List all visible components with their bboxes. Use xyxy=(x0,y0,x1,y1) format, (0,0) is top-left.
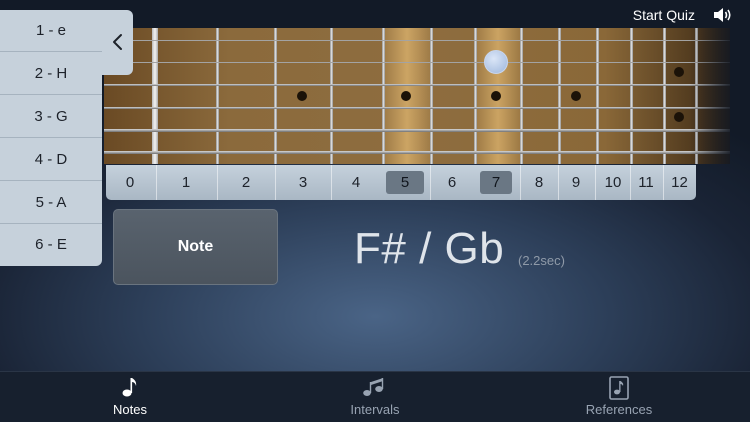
fret-separator xyxy=(430,165,431,200)
selected-note-marker[interactable] xyxy=(484,50,508,74)
string-option-4[interactable]: 4 - D xyxy=(0,139,102,181)
music-notes-icon xyxy=(363,378,384,396)
tab-label: References xyxy=(585,402,653,417)
string-4[interactable] xyxy=(104,107,730,109)
music-document-icon xyxy=(609,376,629,400)
fret-wire xyxy=(430,28,433,164)
fret-wire xyxy=(630,28,633,164)
chevron-left-icon xyxy=(113,34,122,50)
fret-wire xyxy=(596,28,599,164)
fret-wire xyxy=(330,28,333,164)
fret-inlay xyxy=(491,91,501,101)
string-option-5[interactable]: 5 - A xyxy=(0,182,102,224)
fret-inlay xyxy=(674,112,684,122)
tab-intervals[interactable]: Intervals xyxy=(330,372,420,422)
tab-label: Intervals xyxy=(350,402,400,417)
fret-separator xyxy=(217,165,218,200)
fret-wire xyxy=(695,28,698,164)
fret-wire xyxy=(274,28,277,164)
fret-inlay xyxy=(297,91,307,101)
fret-wire xyxy=(474,28,477,164)
fret-wire xyxy=(216,28,219,164)
fret-number-active[interactable]: 7 xyxy=(480,171,512,194)
fret-number[interactable]: 10 xyxy=(595,165,631,200)
fret-inlay xyxy=(571,91,581,101)
fret-number[interactable]: 2 xyxy=(220,165,272,200)
string-option-6[interactable]: 6 - E xyxy=(0,224,102,266)
string-6[interactable] xyxy=(104,151,730,154)
string-2[interactable] xyxy=(104,62,730,63)
note-display: F# / Gb xyxy=(354,224,505,273)
fret-separator xyxy=(156,165,157,200)
fret-number[interactable]: 1 xyxy=(160,165,212,200)
fret-inlay xyxy=(674,67,684,77)
string-option-3[interactable]: 3 - G xyxy=(0,96,102,138)
string-selector-panel: 1 - e 2 - H 3 - G 4 - D 5 - A 6 - E xyxy=(0,10,102,266)
tab-bar: Notes Intervals References xyxy=(0,371,750,422)
string-3[interactable] xyxy=(104,84,730,86)
start-quiz-button[interactable]: Start Quiz xyxy=(633,7,695,23)
fret-wire xyxy=(663,28,666,164)
music-note-icon xyxy=(122,378,137,397)
fret-separator xyxy=(331,165,332,200)
fret-number[interactable]: 6 xyxy=(432,165,472,200)
string-option-2[interactable]: 2 - H xyxy=(0,53,102,95)
fret-separator xyxy=(275,165,276,200)
speaker-icon[interactable] xyxy=(713,7,733,23)
fret-number[interactable]: 12 xyxy=(663,165,696,200)
note-button[interactable]: Note xyxy=(113,209,278,285)
fret-number[interactable]: 3 xyxy=(278,165,328,200)
note-response-time: (2.2sec) xyxy=(518,253,565,268)
string-option-1[interactable]: 1 - e xyxy=(0,10,102,52)
fret-number-bar: 0 1 2 3 4 5 6 7 8 9 10 11 12 xyxy=(106,165,696,200)
collapse-panel-button[interactable] xyxy=(102,10,133,75)
string-1[interactable] xyxy=(104,40,730,41)
fret-number[interactable]: 11 xyxy=(630,165,662,200)
tab-notes[interactable]: Notes xyxy=(90,372,170,422)
fret-wire xyxy=(558,28,561,164)
string-5[interactable] xyxy=(104,129,730,132)
fret-wire xyxy=(520,28,523,164)
fret-number[interactable]: 8 xyxy=(520,165,558,200)
tab-references[interactable]: References xyxy=(574,372,664,422)
fret-number[interactable]: 9 xyxy=(558,165,594,200)
fret-inlay xyxy=(401,91,411,101)
fretboard[interactable] xyxy=(104,28,730,164)
fret-number[interactable]: 4 xyxy=(333,165,379,200)
fret-number-active[interactable]: 5 xyxy=(386,171,424,194)
nut xyxy=(152,28,158,164)
fret-number[interactable]: 0 xyxy=(110,165,150,200)
fret-wire xyxy=(382,28,385,164)
tab-label: Notes xyxy=(113,402,147,417)
